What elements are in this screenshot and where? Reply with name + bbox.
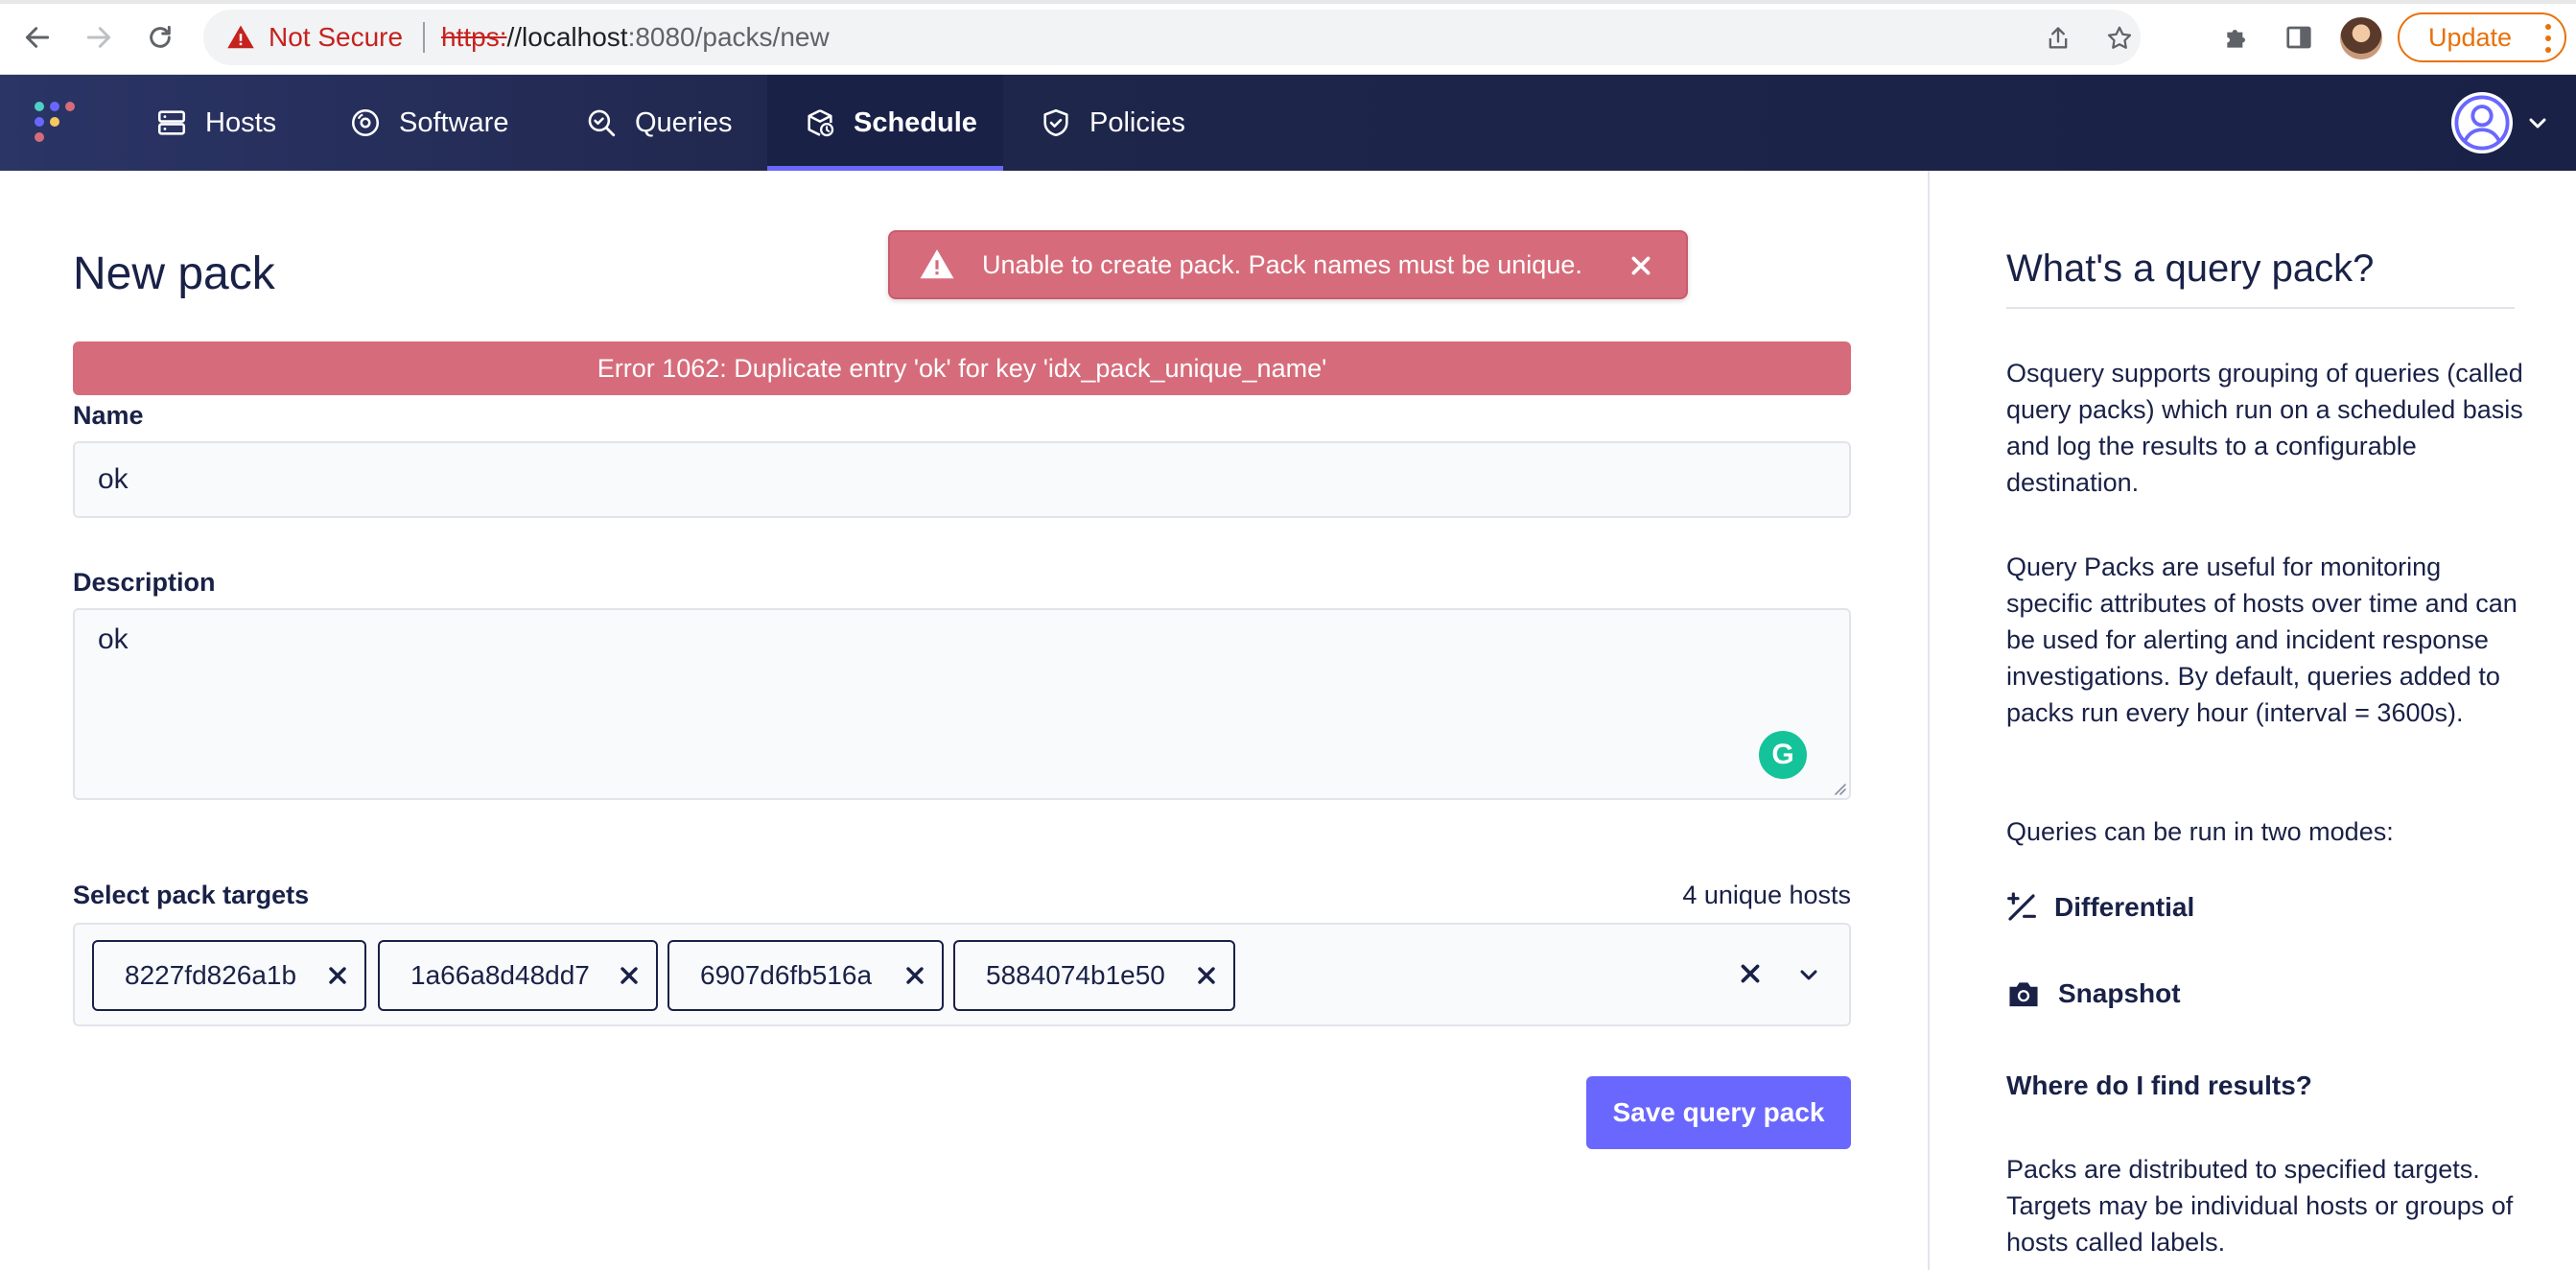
url-host: //localhost <box>506 22 628 52</box>
sidebar-paragraph: Query Packs are useful for monitoring sp… <box>2006 553 2517 727</box>
sidebar-paragraph: Packs are distributed to specified targe… <box>2006 1155 2514 1257</box>
camera-icon <box>2009 982 2038 1007</box>
url-text[interactable]: https://localhost:8080/packs/new <box>441 22 830 53</box>
sidebar-paragraph: Queries can be run in two modes: <box>2006 817 2394 846</box>
mode-snapshot-label: Snapshot <box>2058 978 2181 1008</box>
targets-label: Select pack targets <box>73 881 310 909</box>
software-icon <box>351 108 380 137</box>
sidebar-paragraph: Osquery supports grouping of queries (ca… <box>2006 359 2523 497</box>
update-label: Update <box>2428 22 2513 52</box>
description-label: Description <box>73 568 216 597</box>
arrow-right-icon <box>86 27 111 48</box>
close-icon[interactable] <box>1628 253 1653 278</box>
unique-hosts-count: 4 unique hosts <box>1682 881 1851 909</box>
name-input[interactable]: ok <box>73 441 1851 518</box>
puzzle-icon <box>2227 30 2245 48</box>
target-chip: 5884074b1e50 <box>953 940 1235 1011</box>
security-label[interactable]: Not Secure <box>269 22 403 53</box>
remove-icon[interactable] <box>903 964 926 987</box>
nav-item-software[interactable]: Software <box>349 75 531 171</box>
nav-item-schedule[interactable]: Schedule <box>767 75 1003 171</box>
remove-icon[interactable] <box>326 964 349 987</box>
omnibox-separator <box>423 22 425 53</box>
target-chip: 6907d6fb516a <box>667 940 944 1011</box>
profile-avatar[interactable] <box>2340 17 2382 59</box>
schedule-icon <box>808 109 834 137</box>
share-button[interactable] <box>2041 21 2075 56</box>
hosts-icon <box>157 110 186 135</box>
remove-icon[interactable] <box>1195 964 1218 987</box>
target-chip: 8227fd826a1b <box>92 940 366 1011</box>
browser-toolbar: Not Secure https://localhost:8080/packs/… <box>0 0 2576 75</box>
mode-snapshot: Snapshot <box>2006 978 2181 1009</box>
nav-item-queries[interactable]: Queries <box>585 75 735 171</box>
nav-item-hosts[interactable]: Hosts <box>155 75 297 171</box>
description-textarea[interactable]: ok <box>73 608 1851 800</box>
grammarly-icon[interactable]: G <box>1759 731 1807 779</box>
help-sidebar: What's a query pack? Osquery supports gr… <box>1930 171 2576 1270</box>
nav-label-schedule: Schedule <box>854 106 977 138</box>
reload-icon <box>150 25 171 48</box>
share-icon <box>2049 27 2068 49</box>
save-query-pack-button[interactable]: Save query pack <box>1586 1076 1851 1149</box>
extensions-button[interactable] <box>2217 17 2258 58</box>
main-content: New pack Unable to create pack. Pack nam… <box>0 171 1928 1270</box>
nav-item-policies[interactable]: Policies <box>1040 75 1203 171</box>
bookmark-button[interactable] <box>2102 21 2137 56</box>
target-chip-label: 1a66a8d48dd7 <box>410 960 590 990</box>
sidebar-title: What's a query pack? <box>2006 247 2375 290</box>
forward-button[interactable] <box>75 13 123 61</box>
address-bar[interactable]: Not Secure https://localhost:8080/packs/… <box>203 10 2141 65</box>
back-button[interactable] <box>13 13 61 61</box>
app-navigation: Hosts Software Queries Schedule Policies <box>0 75 2576 171</box>
policies-icon <box>1043 108 1068 137</box>
name-label: Name <box>73 401 144 430</box>
plus-minus-icon <box>2007 892 2036 921</box>
mode-differential-label: Differential <box>2054 892 2195 922</box>
loading-bar <box>0 0 2576 4</box>
user-icon <box>2454 95 2510 151</box>
nav-label-hosts: Hosts <box>205 106 277 138</box>
arrow-left-icon <box>25 27 50 48</box>
form-error-text: Error 1062: Duplicate entry 'ok' for key… <box>597 353 1327 383</box>
target-chip-label: 8227fd826a1b <box>125 960 297 990</box>
targets-select[interactable]: 8227fd826a1b 1a66a8d48dd7 6907d6fb516a 5… <box>73 923 1851 1026</box>
side-panel-icon <box>2286 26 2311 49</box>
results-heading: Where do I find results? <box>2006 1070 2312 1100</box>
kebab-menu-icon <box>2545 24 2551 53</box>
resize-handle-icon[interactable] <box>1830 779 1847 796</box>
target-chip: 1a66a8d48dd7 <box>378 940 658 1011</box>
mode-differential: Differential <box>2006 892 2194 923</box>
warning-icon <box>227 25 254 49</box>
target-chip-label: 6907d6fb516a <box>700 960 873 990</box>
nav-label-queries: Queries <box>635 106 733 138</box>
warning-icon <box>920 249 954 279</box>
url-path: :8080/packs/new <box>627 22 830 52</box>
chevron-down-icon[interactable] <box>1797 963 1820 986</box>
remove-icon[interactable] <box>618 964 641 987</box>
url-scheme: https: <box>441 22 507 52</box>
clear-all-icon[interactable] <box>1738 961 1763 986</box>
nav-label-policies: Policies <box>1089 106 1185 138</box>
side-panel-button[interactable] <box>2279 17 2319 58</box>
form-error-banner: Error 1062: Duplicate entry 'ok' for key… <box>73 341 1851 395</box>
user-avatar[interactable] <box>2451 92 2513 153</box>
page-title: New pack <box>73 248 275 299</box>
flash-message-text: Unable to create pack. Pack names must b… <box>982 249 1582 279</box>
flash-error-message: Unable to create pack. Pack names must b… <box>888 230 1688 299</box>
sidebar-rule <box>2006 307 2515 309</box>
nav-label-software: Software <box>399 106 509 138</box>
fleet-logo-icon[interactable] <box>35 102 77 144</box>
update-button[interactable]: Update <box>2398 12 2566 62</box>
target-chip-label: 5884074b1e50 <box>986 960 1165 990</box>
star-icon <box>2107 26 2132 49</box>
reload-button[interactable] <box>136 13 184 61</box>
queries-icon <box>588 109 616 137</box>
chevron-down-icon[interactable] <box>2526 111 2549 134</box>
